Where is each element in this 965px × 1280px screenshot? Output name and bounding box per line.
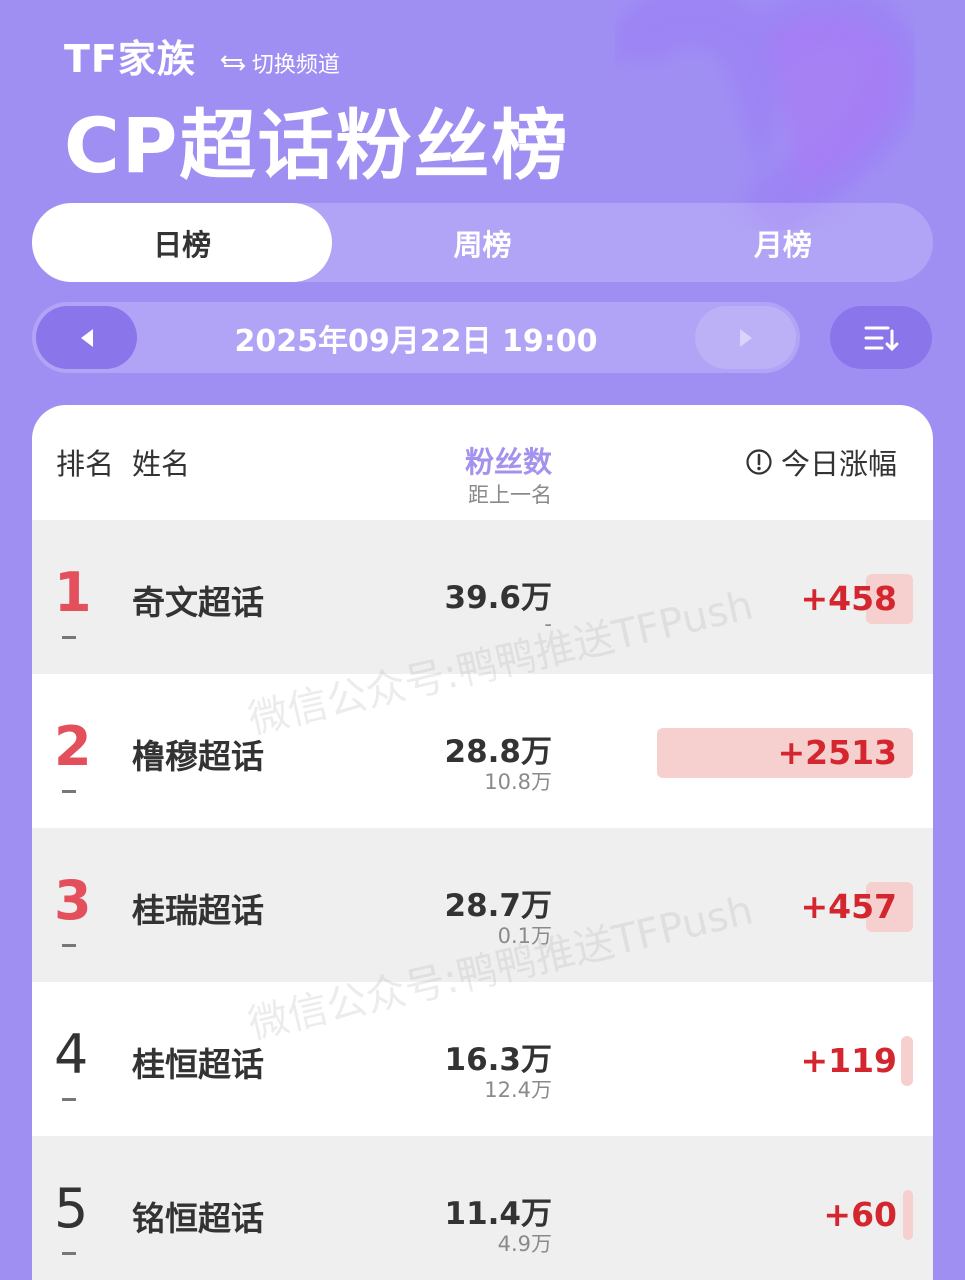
topic-name: 桂瑞超话 [132, 891, 264, 930]
rank-number: 1 [54, 561, 92, 624]
table-row[interactable]: 2 橹穆超话 28.8万 10.8万 +2513 [32, 674, 933, 828]
growth-column-label: 今日涨幅 [780, 447, 897, 481]
chevron-right-icon [739, 328, 752, 347]
ranking-panel: 排名 姓名 粉丝数 距上一名 今日涨幅 1 奇文超话 39.6万 - +458 … [32, 405, 933, 1280]
fan-count: 16.3万 [444, 1042, 553, 1078]
rank-number: 2 [54, 715, 92, 778]
rank-change-dash [62, 944, 76, 947]
topic-name: 奇文超话 [132, 583, 264, 622]
rank-number: 4 [54, 1023, 89, 1086]
info-icon[interactable] [745, 448, 773, 476]
rank-change-dash [62, 1098, 76, 1101]
rank-number: 3 [54, 869, 92, 932]
sort-icon [864, 326, 899, 351]
gap-value: 4.9万 [497, 1232, 552, 1256]
date-display: 2025年09月22日 19:00 [234, 323, 598, 359]
topic-name: 桂恒超话 [132, 1045, 264, 1084]
fan-count: 11.4万 [444, 1196, 553, 1232]
channel-header: TF家族 切换频道 [64, 28, 340, 83]
growth-value: +458 [800, 579, 897, 618]
date-selector: 2025年09月22日 19:00 [32, 302, 800, 373]
growth-value: +2513 [777, 733, 898, 772]
tab-weekly[interactable]: 周榜 [332, 203, 632, 282]
swap-arrows-icon [220, 55, 246, 71]
period-tabs: 日榜 周榜 月榜 [32, 203, 933, 282]
rank-change-dash [62, 1252, 76, 1255]
next-date-button[interactable] [695, 306, 796, 369]
table-row[interactable]: 4 桂恒超话 16.3万 12.4万 +119 [32, 982, 933, 1136]
fan-count: 28.8万 [444, 734, 553, 770]
fan-count: 39.6万 [444, 580, 553, 616]
name-column-header: 姓名 [132, 447, 191, 481]
gap-column-header: 距上一名 [468, 483, 552, 507]
rank-change-dash [62, 790, 76, 793]
growth-column-header[interactable]: 今日涨幅 [745, 441, 897, 483]
topic-name: 橹穆超话 [132, 737, 264, 776]
topic-name: 铭恒超话 [132, 1199, 264, 1238]
table-row[interactable]: 3 桂瑞超话 28.7万 0.1万 +457 [32, 828, 933, 982]
gap-value: 10.8万 [484, 770, 552, 794]
table-header: 排名 姓名 粉丝数 距上一名 今日涨幅 [32, 405, 933, 520]
switch-channel-label: 切换频道 [251, 53, 340, 78]
rank-column-header: 排名 [56, 447, 115, 481]
growth-value: +457 [800, 887, 897, 926]
rank-change-dash [62, 636, 76, 639]
sort-button[interactable] [830, 306, 932, 369]
channel-name: TF家族 [64, 37, 196, 81]
previous-date-button[interactable] [36, 306, 137, 369]
heart-decoration-icon [610, 0, 920, 230]
growth-bar [903, 1190, 913, 1240]
gap-value: - [544, 612, 552, 636]
gap-value: 12.4万 [484, 1078, 552, 1102]
growth-value: +119 [800, 1041, 897, 1080]
table-row[interactable]: 1 奇文超话 39.6万 - +458 [32, 520, 933, 674]
tab-monthly[interactable]: 月榜 [633, 203, 933, 282]
gap-value: 0.1万 [497, 924, 552, 948]
chevron-left-icon [80, 328, 93, 347]
page-title: CP超话粉丝榜 [64, 101, 570, 190]
fans-column-header[interactable]: 粉丝数 [465, 439, 552, 481]
growth-bar [901, 1036, 913, 1086]
fan-count: 28.7万 [444, 888, 553, 924]
switch-channel-button[interactable]: 切换频道 [220, 47, 340, 79]
table-row[interactable]: 5 铭恒超话 11.4万 4.9万 +60 [32, 1136, 933, 1280]
tab-daily[interactable]: 日榜 [32, 203, 333, 282]
growth-value: +60 [823, 1195, 897, 1234]
rank-number: 5 [54, 1177, 89, 1240]
